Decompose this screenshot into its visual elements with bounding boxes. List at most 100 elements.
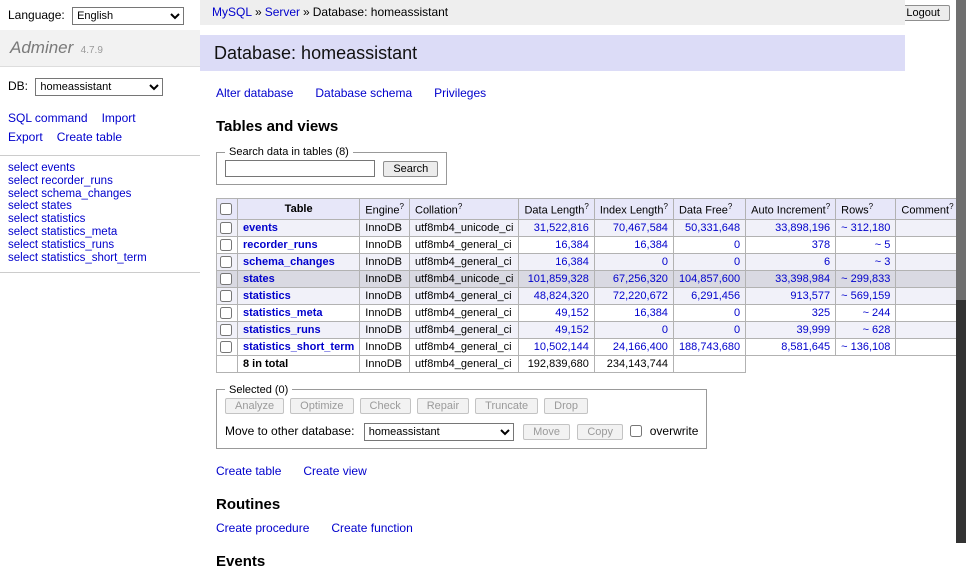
- table-name-link[interactable]: events: [243, 222, 278, 234]
- app-logo-link[interactable]: Adminer: [10, 38, 73, 57]
- help-icon[interactable]: ?: [400, 202, 404, 211]
- sidebar-action-link-import[interactable]: Import: [102, 111, 136, 125]
- row-checkbox[interactable]: [220, 256, 232, 268]
- help-icon[interactable]: ?: [826, 202, 830, 211]
- help-icon[interactable]: ?: [949, 202, 953, 211]
- auto-increment-link[interactable]: 33,398,984: [775, 273, 830, 285]
- data-free-link[interactable]: 188,743,680: [679, 341, 740, 353]
- table-name-link[interactable]: statistics_short_term: [243, 341, 354, 353]
- index-length-link[interactable]: 0: [662, 324, 668, 336]
- table-name-link[interactable]: statistics_meta: [243, 307, 323, 319]
- data-length-link[interactable]: 48,824,320: [534, 290, 589, 302]
- row-checkbox[interactable]: [220, 341, 232, 353]
- rows-link[interactable]: ~ 569,159: [841, 290, 890, 302]
- sidebar-table-link-select-statistics_meta[interactable]: select statistics_meta: [8, 226, 117, 238]
- auto-increment-link[interactable]: 913,577: [790, 290, 830, 302]
- help-icon[interactable]: ?: [663, 202, 667, 211]
- data-free-link[interactable]: 104,857,600: [679, 273, 740, 285]
- sidebar-action-link-export[interactable]: Export: [8, 130, 43, 144]
- table-name-link[interactable]: statistics_runs: [243, 324, 321, 336]
- create-link-create-view[interactable]: Create view: [303, 464, 366, 478]
- rows-link[interactable]: ~ 299,833: [841, 273, 890, 285]
- row-checkbox[interactable]: [220, 307, 232, 319]
- overwrite-checkbox[interactable]: [630, 425, 642, 437]
- row-checkbox[interactable]: [220, 290, 232, 302]
- repair-button[interactable]: Repair: [417, 398, 469, 414]
- auto-increment-link[interactable]: 6: [824, 256, 830, 268]
- truncate-button[interactable]: Truncate: [475, 398, 538, 414]
- sidebar-table-link-select-recorder_runs[interactable]: select recorder_runs: [8, 175, 113, 187]
- db-nav-link-alter-database[interactable]: Alter database: [216, 86, 293, 100]
- data-free-link[interactable]: 0: [734, 307, 740, 319]
- help-icon[interactable]: ?: [728, 202, 732, 211]
- auto-increment-link[interactable]: 33,898,196: [775, 222, 830, 234]
- help-icon[interactable]: ?: [869, 202, 873, 211]
- data-free-link[interactable]: 6,291,456: [691, 290, 740, 302]
- sidebar-table-link-select-schema_changes[interactable]: select schema_changes: [8, 188, 131, 200]
- row-checkbox[interactable]: [220, 239, 232, 251]
- help-icon[interactable]: ?: [584, 202, 588, 211]
- auto-increment-link[interactable]: 39,999: [797, 324, 831, 336]
- db-nav-link-privileges[interactable]: Privileges: [434, 86, 486, 100]
- search-input[interactable]: [225, 160, 375, 177]
- search-button[interactable]: Search: [383, 161, 438, 177]
- check-button[interactable]: Check: [360, 398, 411, 414]
- routine-link-create-function[interactable]: Create function: [331, 521, 412, 535]
- help-icon[interactable]: ?: [458, 202, 462, 211]
- rows-link[interactable]: ~ 136,108: [841, 341, 890, 353]
- data-length-link[interactable]: 31,522,816: [534, 222, 589, 234]
- index-length-link[interactable]: 72,220,672: [613, 290, 668, 302]
- data-length-link[interactable]: 16,384: [555, 256, 589, 268]
- row-checkbox[interactable]: [220, 222, 232, 234]
- data-free-link[interactable]: 50,331,648: [685, 222, 740, 234]
- row-checkbox[interactable]: [220, 324, 232, 336]
- row-checkbox[interactable]: [220, 273, 232, 285]
- sidebar-table-link-select-states[interactable]: select states: [8, 200, 72, 212]
- data-length-link[interactable]: 49,152: [555, 307, 589, 319]
- rows-link[interactable]: ~ 628: [863, 324, 891, 336]
- index-length-link[interactable]: 67,256,320: [613, 273, 668, 285]
- auto-increment-link[interactable]: 378: [812, 239, 830, 251]
- language-select[interactable]: English: [72, 7, 184, 25]
- index-length-link[interactable]: 0: [662, 256, 668, 268]
- data-length-link[interactable]: 16,384: [555, 239, 589, 251]
- sidebar-table-link-select-statistics[interactable]: select statistics: [8, 213, 85, 225]
- rows-link[interactable]: ~ 5: [875, 239, 891, 251]
- index-length-link[interactable]: 16,384: [634, 239, 668, 251]
- breadcrumb-link-mysql[interactable]: MySQL: [212, 5, 252, 19]
- index-length-link[interactable]: 24,166,400: [613, 341, 668, 353]
- rows-link[interactable]: ~ 312,180: [841, 222, 890, 234]
- table-name-link[interactable]: states: [243, 273, 275, 285]
- create-link-create-table[interactable]: Create table: [216, 464, 281, 478]
- data-free-link[interactable]: 0: [734, 256, 740, 268]
- auto-increment-link[interactable]: 325: [812, 307, 830, 319]
- sidebar-action-link-sql-command[interactable]: SQL command: [8, 111, 88, 125]
- data-free-link[interactable]: 0: [734, 239, 740, 251]
- index-length-link[interactable]: 16,384: [634, 307, 668, 319]
- table-name-link[interactable]: recorder_runs: [243, 239, 318, 251]
- data-free-link[interactable]: 0: [734, 324, 740, 336]
- data-length-link[interactable]: 101,859,328: [528, 273, 589, 285]
- data-length-link[interactable]: 10,502,144: [534, 341, 589, 353]
- db-select[interactable]: homeassistant: [35, 78, 163, 96]
- analyze-button[interactable]: Analyze: [225, 398, 284, 414]
- move-db-select[interactable]: homeassistant: [364, 423, 514, 441]
- select-all-checkbox[interactable]: [220, 203, 232, 215]
- copy-button[interactable]: Copy: [577, 424, 623, 440]
- data-length-link[interactable]: 49,152: [555, 324, 589, 336]
- table-name-link[interactable]: statistics: [243, 290, 291, 302]
- sidebar-table-link-select-statistics_short_term[interactable]: select statistics_short_term: [8, 252, 147, 264]
- breadcrumb-link-server[interactable]: Server: [265, 5, 300, 19]
- overwrite-label[interactable]: overwrite: [650, 424, 699, 438]
- auto-increment-link[interactable]: 8,581,645: [781, 341, 830, 353]
- rows-link[interactable]: ~ 3: [875, 256, 891, 268]
- sidebar-table-link-select-statistics_runs[interactable]: select statistics_runs: [8, 239, 114, 251]
- rows-link[interactable]: ~ 244: [863, 307, 891, 319]
- sidebar-table-link-select-events[interactable]: select events: [8, 162, 75, 174]
- index-length-link[interactable]: 70,467,584: [613, 222, 668, 234]
- move-button[interactable]: Move: [523, 424, 570, 440]
- sidebar-action-link-create-table[interactable]: Create table: [57, 130, 122, 144]
- optimize-button[interactable]: Optimize: [290, 398, 353, 414]
- scrollbar[interactable]: [956, 0, 966, 543]
- scrollbar-thumb[interactable]: [956, 0, 966, 300]
